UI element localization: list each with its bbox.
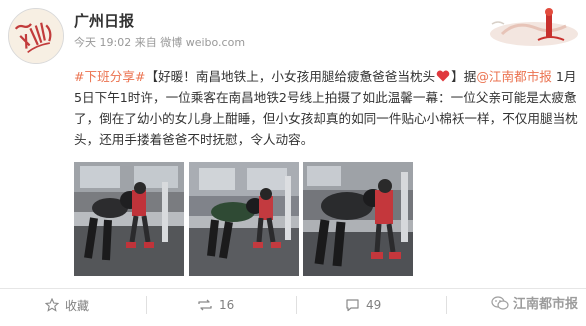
repost-icon	[198, 299, 212, 311]
avatar[interactable]	[8, 8, 64, 64]
subway-photo	[189, 162, 299, 276]
repost-button[interactable]: 16	[197, 295, 234, 315]
repost-count: 16	[219, 298, 235, 312]
post-image-1[interactable]	[74, 162, 184, 276]
topic-tag[interactable]: #下班分享#	[74, 69, 145, 84]
subway-photo	[74, 162, 184, 276]
decorative-illustration	[490, 8, 578, 46]
comment-button[interactable]: 49	[345, 295, 381, 315]
collect-button[interactable]: 收藏	[45, 295, 89, 315]
action-separator	[446, 296, 447, 314]
user-name[interactable]: 广州日报	[74, 10, 134, 31]
post-image-3[interactable]	[303, 162, 413, 276]
post-source: 微博 weibo.com	[160, 36, 246, 49]
watermark-text: 江南都市报	[512, 297, 578, 312]
watermark: 江南都市报	[491, 293, 578, 312]
source-prefix: 来自	[134, 36, 157, 49]
post-time[interactable]: 今天 19:02	[74, 36, 131, 49]
comment-count: 49	[366, 298, 382, 312]
mention-link[interactable]: @江南都市报	[476, 69, 552, 84]
wechat-icon	[491, 295, 509, 310]
action-separator	[296, 296, 297, 314]
avatar-logo	[9, 9, 63, 63]
collect-label: 收藏	[65, 298, 90, 313]
comment-icon	[346, 299, 359, 312]
subway-photo	[303, 162, 413, 276]
star-icon	[45, 298, 59, 312]
post-image-2[interactable]	[189, 162, 299, 276]
action-separator	[146, 296, 147, 314]
action-bar-divider	[0, 288, 586, 289]
post-headline: 【好暖！南昌地铁上，小女孩用腿给疲惫爸爸当枕头	[145, 69, 436, 84]
post-meta: 今天 19:02 来自 微博 weibo.com	[74, 34, 245, 50]
post-text: #下班分享#【好暖！南昌地铁上，小女孩用腿给疲惫爸爸当枕头 】据@江南都市报 1月…	[74, 66, 578, 150]
heart-icon	[436, 70, 450, 82]
via-prefix: 据	[463, 69, 477, 84]
headline-close: 】	[451, 69, 464, 84]
